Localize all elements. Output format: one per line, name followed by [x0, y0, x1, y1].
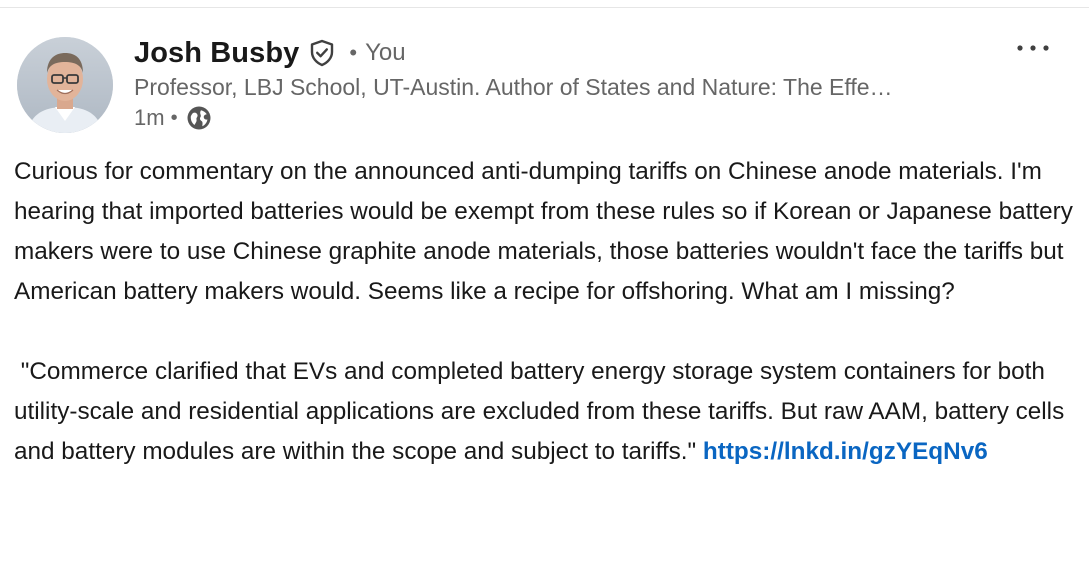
avatar-photo	[17, 37, 113, 133]
card-top-divider	[0, 0, 1089, 8]
ellipsis-icon	[1017, 45, 1049, 51]
post-timestamp[interactable]: 1m	[134, 105, 165, 131]
post-card: Josh Busby • You Professor, LBJ School, …	[0, 0, 1089, 584]
relation-label: You	[365, 39, 406, 66]
more-options-button[interactable]	[1013, 34, 1053, 62]
avatar[interactable]	[17, 37, 113, 133]
author-headline: Professor, LBJ School, UT-Austin. Author…	[134, 74, 893, 100]
verified-shield-icon	[307, 38, 337, 68]
author-name-row: Josh Busby • You	[134, 34, 984, 72]
post-body: Curious for commentary on the announced …	[14, 152, 1074, 472]
meta-separator: •	[170, 106, 178, 129]
post-meta-row: 1m •	[134, 102, 984, 134]
relation-separator: •	[349, 40, 358, 65]
post-paragraph-2: "Commerce clarified that EVs and complet…	[14, 352, 1074, 472]
post-paragraph-1: Curious for commentary on the announced …	[14, 158, 1073, 305]
author-name[interactable]: Josh Busby	[134, 37, 299, 70]
post-header: Josh Busby • You Professor, LBJ School, …	[134, 34, 984, 134]
globe-icon	[185, 104, 213, 132]
post-link[interactable]: https://lnkd.in/gzYEqNv6	[703, 438, 988, 465]
